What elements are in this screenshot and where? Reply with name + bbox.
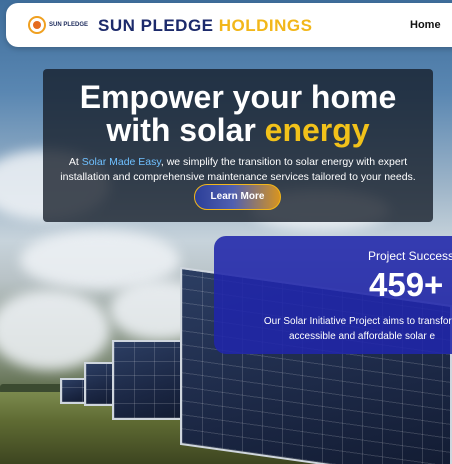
success-desc-line1: Our Solar Initiative Project aims to tra…: [263, 316, 452, 327]
project-success-card: Project Success 459+ Our Solar Initiativ…: [214, 236, 452, 354]
top-navbar: SUN PLEDGE SUN PLEDGE HOLDINGS Home: [6, 3, 452, 47]
hero-title-line2: with solar: [106, 112, 256, 148]
logo-text: SUN PLEDGE: [49, 22, 89, 28]
nav-link-home[interactable]: Home: [410, 19, 441, 31]
hero-description: At Solar Made Easy, we simplify the tran…: [53, 155, 423, 185]
cloud: [0, 290, 110, 370]
learn-more-button[interactable]: Learn More: [194, 184, 281, 210]
company-logo[interactable]: SUN PLEDGE: [28, 13, 92, 37]
brand-name-secondary: HOLDINGS: [218, 16, 313, 35]
brand-name: SUN PLEDGE HOLDINGS: [98, 16, 313, 36]
sun-logo-icon: [28, 16, 46, 34]
hero-desc-prefix: At: [68, 156, 79, 168]
hero-card: Empower your home with solar energy At S…: [43, 69, 433, 222]
success-desc-line2: accessible and affordable solar e: [288, 331, 436, 342]
project-success-title: Project Success: [368, 249, 452, 263]
project-success-description: Our Solar Initiative Project aims to tra…: [214, 314, 452, 344]
project-success-count: 459+: [369, 266, 444, 303]
brand-name-primary: SUN PLEDGE: [98, 16, 214, 35]
hero-title: Empower your home with solar energy: [43, 81, 433, 147]
solar-made-easy-link[interactable]: Solar Made Easy: [82, 156, 161, 168]
hero-title-highlight: energy: [264, 112, 370, 148]
hero-title-line1: Empower your home: [79, 79, 397, 115]
